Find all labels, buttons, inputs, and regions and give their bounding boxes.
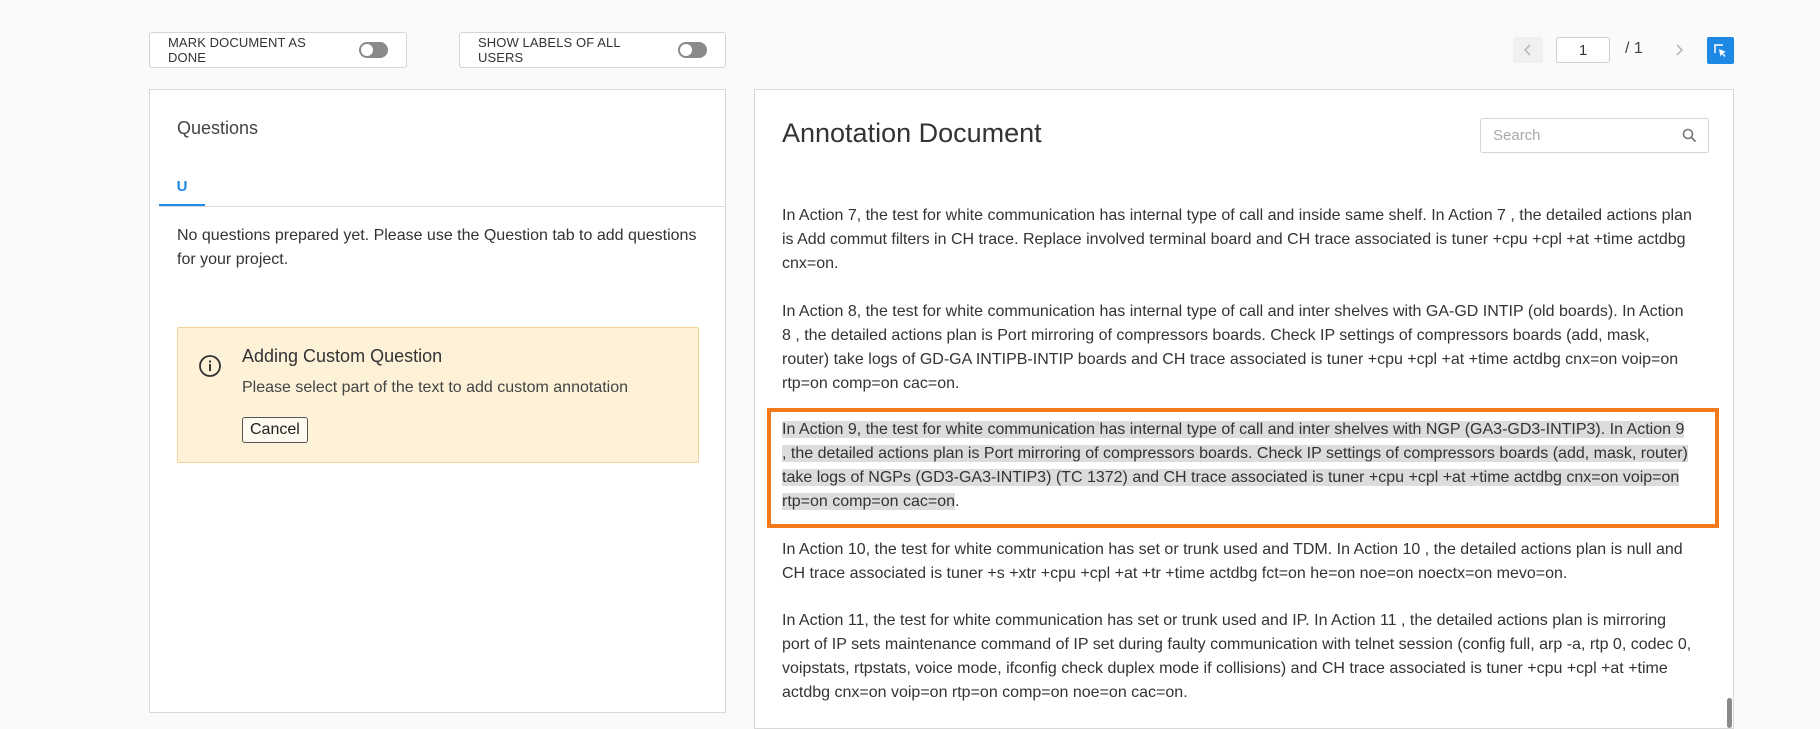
mark-document-done-label: MARK DOCUMENT AS DONE <box>168 35 306 65</box>
custom-question-description: Please select part of the text to add cu… <box>242 379 629 396</box>
show-labels-label: SHOW LABELS OF ALL USERS <box>478 35 621 65</box>
document-paragraph[interactable]: In Action 8, the test for white communic… <box>782 300 1692 396</box>
paragraph-end: . <box>955 493 960 510</box>
selected-paragraph[interactable]: In Action 9, the test for white communic… <box>782 418 1692 514</box>
document-scrollbar[interactable] <box>1727 698 1732 728</box>
show-labels-switch[interactable] <box>677 42 707 58</box>
selected-text-highlight[interactable]: In Action 9, the test for white communic… <box>782 421 1688 510</box>
no-questions-message: No questions prepared yet. Please use th… <box>177 227 697 268</box>
custom-question-notice: Adding Custom Question Please select par… <box>177 327 699 463</box>
info-icon <box>199 355 221 377</box>
questions-panel: Questions U No questions prepared yet. P… <box>149 89 726 713</box>
document-paragraph[interactable]: In Action 11, the test for white communi… <box>782 609 1692 705</box>
next-page-button[interactable] <box>1664 37 1694 63</box>
select-area-icon <box>1714 44 1726 57</box>
document-paragraph[interactable]: In Action 7, the test for white communic… <box>782 204 1692 276</box>
document-paragraph[interactable]: In Action 10, the test for white communi… <box>782 538 1692 586</box>
search-input[interactable] <box>1493 127 1673 144</box>
page-total: / 1 <box>1625 40 1643 57</box>
document-title: Annotation Document <box>782 118 1042 148</box>
previous-page-button[interactable] <box>1513 37 1543 63</box>
custom-question-title: Adding Custom Question <box>242 346 443 366</box>
show-labels-toggle[interactable]: SHOW LABELS OF ALL USERS <box>459 32 726 68</box>
chevron-right-icon <box>1676 44 1683 56</box>
questions-tabs: U <box>159 176 725 207</box>
questions-title: Questions <box>177 118 259 138</box>
annotation-document-panel: Annotation Document In Action 7, the tes… <box>754 89 1734 729</box>
mark-done-switch[interactable] <box>358 42 388 58</box>
search-box[interactable] <box>1480 118 1709 153</box>
select-area-button[interactable] <box>1707 37 1734 64</box>
tab-u[interactable]: U <box>159 176 205 206</box>
mark-document-done-toggle[interactable]: MARK DOCUMENT AS DONE <box>149 32 407 68</box>
chevron-left-icon <box>1524 44 1531 56</box>
page-number-input[interactable] <box>1556 37 1610 63</box>
search-icon[interactable] <box>1682 128 1697 143</box>
cancel-button[interactable]: Cancel <box>242 417 308 443</box>
